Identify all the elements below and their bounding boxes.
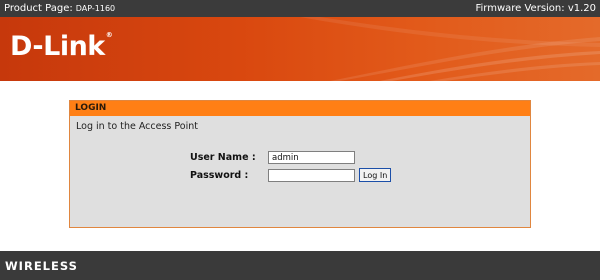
- footer-wireless-text: WIRELESS: [5, 259, 78, 273]
- registered-mark: ®: [105, 31, 113, 39]
- username-row: User Name :: [190, 151, 355, 164]
- password-input[interactable]: [268, 168, 355, 182]
- dlink-logo: D-Link®: [10, 31, 113, 62]
- product-model: DAP-1160: [75, 4, 116, 13]
- firmware-version: Firmware Version: v1.20: [475, 3, 596, 14]
- login-panel-header: LOGIN: [70, 101, 530, 116]
- top-bar: Product Page: DAP-1160 Firmware Version:…: [0, 0, 600, 17]
- username-label: User Name :: [190, 152, 256, 163]
- login-intro-text: Log in to the Access Point: [76, 121, 198, 132]
- product-page: Product Page: DAP-1160: [4, 3, 115, 14]
- product-page-label: Product Page:: [4, 3, 73, 14]
- login-panel: LOGIN Log in to the Access Point User Na…: [69, 100, 531, 228]
- password-row: Password : Log In: [190, 168, 392, 182]
- password-label: Password :: [190, 169, 249, 181]
- dlink-logo-text: D-Link: [10, 31, 105, 62]
- brand-banner: D-Link®: [0, 17, 600, 81]
- login-button[interactable]: Log In: [359, 168, 392, 182]
- footer-bar: WIRELESS: [0, 251, 600, 280]
- username-input[interactable]: [268, 151, 355, 164]
